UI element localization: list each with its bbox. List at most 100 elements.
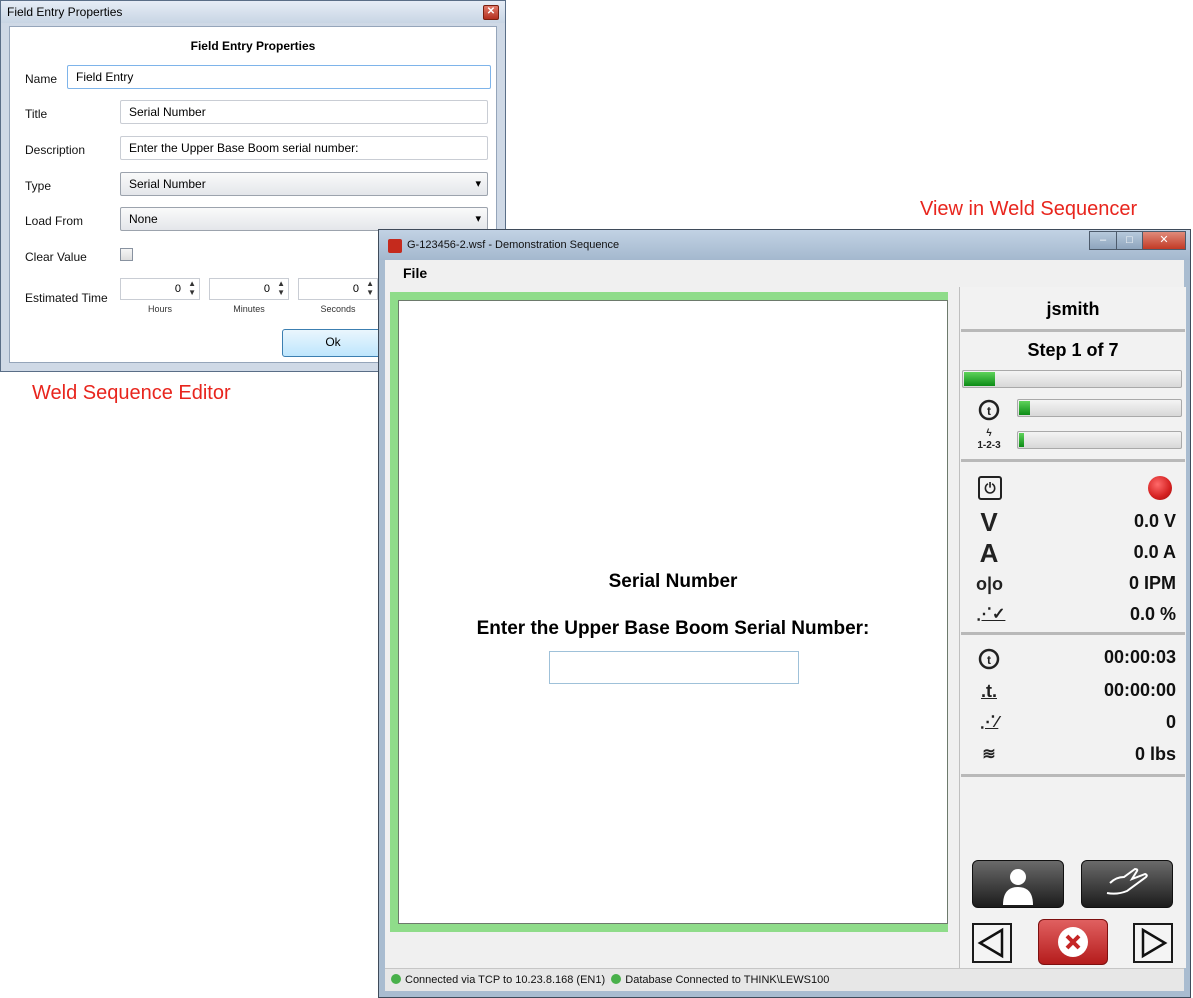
overall-progress-fill — [964, 372, 995, 386]
sequencer-body: File Serial Number Enter the Upper Base … — [385, 260, 1186, 991]
dialog-title: Field Entry Properties — [7, 5, 123, 19]
db-status-dot — [611, 974, 622, 984]
status-bar: Connected via TCP to 10.23.8.168 (EN1) D… — [385, 968, 1184, 991]
db-status-text: Database Connected to THINK\LEWS100 — [625, 974, 830, 986]
seconds-stepper[interactable]: 0 ▲ ▼ — [298, 278, 378, 300]
wire-weight-value: 0 lbs — [1134, 744, 1176, 764]
arc-time-row: .t. 00:00:00 — [960, 677, 1186, 705]
field-entry-frame: Serial Number Enter the Upper Base Boom … — [390, 292, 948, 932]
field-entry-canvas: Serial Number Enter the Upper Base Boom … — [398, 300, 948, 924]
sequencer-title: G-123456-2.wsf - Demonstration Sequence — [407, 239, 620, 251]
description-label: Description — [25, 143, 86, 157]
previous-step-button[interactable] — [972, 923, 1012, 963]
serial-number-input[interactable] — [549, 651, 799, 684]
cancel-icon — [1058, 927, 1088, 957]
minimize-button[interactable]: – — [1089, 231, 1117, 250]
arrow-right-icon — [1141, 927, 1168, 959]
seconds-caption: Seconds — [320, 304, 356, 314]
title-label: Title — [25, 107, 48, 121]
hours-stepper[interactable]: 0 ▲ ▼ — [120, 278, 200, 300]
spinner-arrows-icon[interactable]: ▲ ▼ — [366, 279, 374, 297]
dialog-titlebar: Field Entry Properties ✕ — [1, 1, 505, 23]
user-icon — [1003, 869, 1033, 905]
sequence-steps-icon: ϟ 1-2-3 — [977, 428, 1001, 451]
arrow-left-icon — [977, 927, 1004, 959]
spinner-arrows-icon[interactable]: ▲ ▼ — [277, 279, 285, 297]
sequence-progress-fill — [1019, 433, 1024, 447]
overall-progress-bar — [962, 370, 1182, 388]
timer-icon: t — [976, 397, 1002, 421]
operator-button[interactable] — [972, 860, 1064, 908]
clear-value-label: Clear Value — [25, 250, 87, 264]
elapsed-time-value: 00:00:03 — [1103, 647, 1176, 667]
hours-value: 0 — [174, 283, 181, 295]
voltage-value: 0.0 V — [1133, 511, 1176, 531]
spinner-arrows-icon[interactable]: ▲ ▼ — [188, 279, 196, 297]
timer-icon: t — [976, 646, 1002, 670]
voltage-icon: V — [980, 507, 998, 537]
sequencer-titlebar: G-123456-2.wsf - Demonstration Sequence … — [379, 230, 1190, 260]
sequence-progress-bar — [1017, 431, 1182, 449]
tcp-status-text: Connected via TCP to 10.23.8.168 (EN1) — [405, 974, 606, 986]
sequencer-caption: View in Weld Sequencer — [920, 198, 1138, 220]
time-progress-fill — [1019, 401, 1031, 415]
svg-text:t: t — [987, 653, 991, 667]
cancel-button[interactable] — [1038, 919, 1108, 965]
type-select[interactable]: Serial Number — [120, 172, 488, 196]
minutes-caption: Minutes — [233, 304, 265, 314]
tcp-status-dot — [391, 974, 401, 984]
divider — [961, 632, 1185, 635]
current-row: A 0.0 A — [960, 539, 1186, 567]
ok-button[interactable]: Ok — [282, 329, 384, 357]
menu-file[interactable]: File — [385, 260, 1184, 286]
divider — [961, 459, 1185, 462]
field-description: Enter the Upper Base Boom Serial Number: — [476, 618, 870, 639]
app-logo-icon — [388, 239, 402, 253]
title-field[interactable]: Serial Number — [120, 100, 488, 124]
estimated-time-label: Estimated Time — [25, 291, 108, 305]
minutes-value: 0 — [263, 283, 270, 295]
wire-feed-value: 0 IPM — [1128, 573, 1176, 593]
power-row: ⏻ — [960, 474, 1186, 502]
weld-count-row: ⋰⁄ 0 — [960, 709, 1186, 737]
name-field[interactable]: Field Entry — [67, 65, 491, 89]
close-window-button[interactable]: ✕ — [1142, 231, 1186, 250]
load-from-select[interactable]: None — [120, 207, 488, 231]
type-label: Type — [25, 179, 52, 193]
weld-sequencer-window: G-123456-2.wsf - Demonstration Sequence … — [378, 229, 1191, 998]
next-step-button[interactable] — [1133, 923, 1173, 963]
wire-weight-row: ≋ 0 lbs — [960, 741, 1186, 769]
weld-count-value: 0 — [1165, 712, 1176, 732]
status-sidebar: jsmith Step 1 of 7 t ϟ 1-2-3 ⏻ V 0.0 V A… — [959, 287, 1186, 968]
current-value: 0.0 A — [1133, 542, 1176, 562]
field-title: Serial Number — [608, 571, 738, 592]
wire-feed-icon: o|o — [976, 574, 1004, 594]
description-field[interactable]: Enter the Upper Base Boom serial number: — [120, 136, 488, 160]
elapsed-time-row: t 00:00:03 — [960, 644, 1186, 672]
weld-count-icon: ⋰⁄ — [979, 714, 999, 731]
clear-value-checkbox[interactable] — [120, 248, 133, 261]
arc-time-value: 00:00:00 — [1103, 680, 1176, 700]
current-icon: A — [979, 538, 999, 568]
maximize-button[interactable]: □ — [1116, 231, 1143, 250]
percent-row: ⋰✓ 0.0 % — [960, 601, 1186, 629]
user-name: jsmith — [1046, 299, 1100, 319]
touch-button[interactable] — [1081, 860, 1173, 908]
record-indicator — [1148, 476, 1172, 500]
dialog-header: Field Entry Properties — [190, 39, 316, 53]
step-counter: Step 1 of 7 — [1027, 340, 1119, 360]
wire-weight-icon: ≋ — [982, 746, 996, 763]
divider — [961, 774, 1185, 777]
editor-caption: Weld Sequence Editor — [32, 382, 231, 404]
svg-text:t: t — [987, 404, 991, 418]
close-icon[interactable]: ✕ — [483, 4, 499, 20]
wire-feed-row: o|o 0 IPM — [960, 570, 1186, 598]
arc-time-icon: .t. — [981, 681, 997, 701]
power-icon: ⏻ — [978, 476, 1002, 500]
time-progress-bar — [1017, 399, 1182, 417]
hours-caption: Hours — [147, 304, 172, 314]
weld-quality-icon: ⋰✓ — [976, 606, 1006, 623]
name-label: Name — [25, 72, 58, 86]
minutes-stepper[interactable]: 0 ▲ ▼ — [209, 278, 289, 300]
percent-value: 0.0 % — [1129, 604, 1176, 624]
